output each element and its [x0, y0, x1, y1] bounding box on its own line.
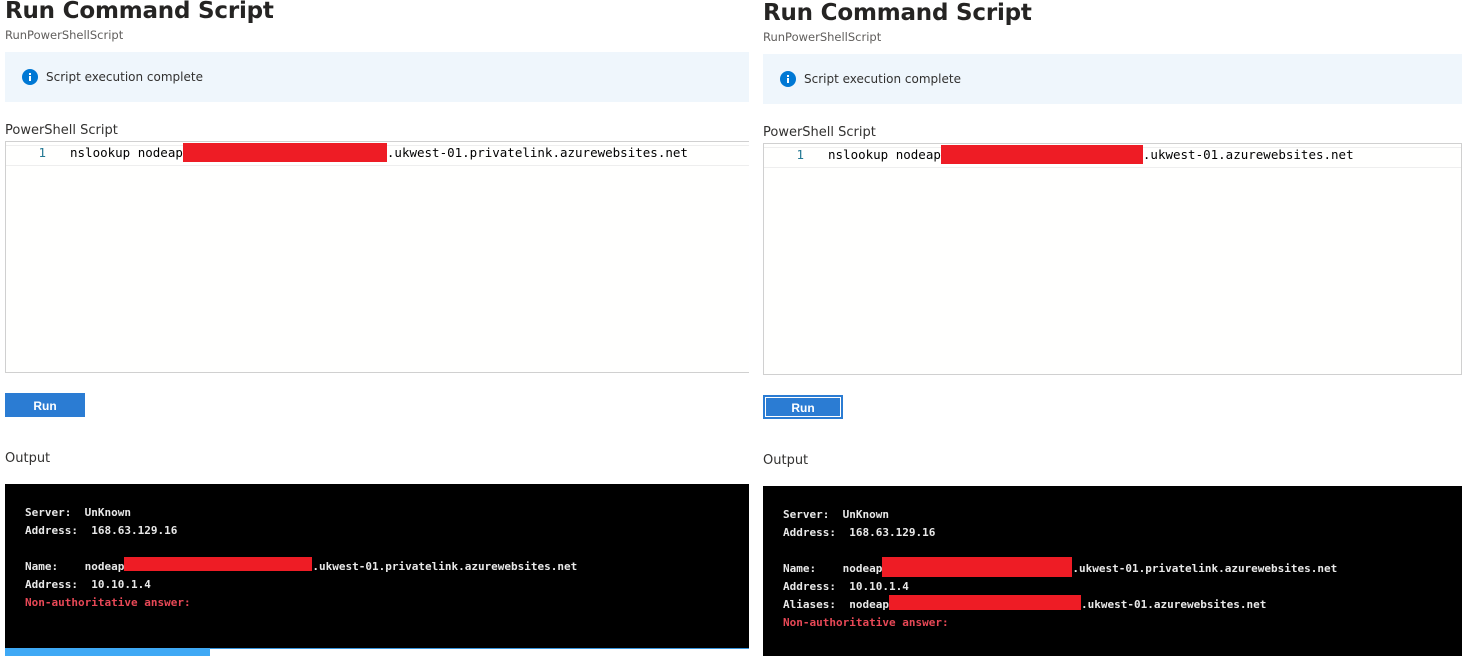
output-value: UnKnown — [842, 508, 889, 521]
script-code-line[interactable]: nslookup nodeap .ukwest-01.azurewebsites.… — [828, 145, 1354, 164]
run-command-panel-left: Run Command Script RunPowerShellScript S… — [5, 0, 749, 656]
output-label: Output — [763, 453, 809, 468]
output-console: Server: UnKnown Address: 168.63.129.16 N… — [763, 486, 1462, 656]
page-subtitle: RunPowerShellScript — [763, 30, 882, 44]
output-key: Address: — [25, 524, 78, 537]
output-key: Server: — [783, 508, 830, 521]
output-value: 168.63.129.16 — [91, 524, 178, 537]
script-label: PowerShell Script — [5, 123, 118, 138]
run-button[interactable]: Run — [763, 395, 843, 419]
output-label: Output — [5, 451, 51, 466]
output-key: Address: — [783, 580, 836, 593]
output-console: Server: UnKnown Address: 168.63.129.16 N… — [5, 484, 749, 648]
code-text-prefix: nslookup nodeap — [828, 147, 941, 162]
page-title: Run Command Script — [5, 0, 274, 24]
bottom-strip — [5, 648, 210, 656]
info-message-text: Script execution complete — [46, 70, 203, 84]
output-value: .ukwest-01.azurewebsites.net — [1080, 598, 1267, 611]
line-number: 1 — [796, 147, 804, 162]
output-value: nodeap — [842, 562, 883, 575]
script-code-line[interactable]: nslookup nodeap .ukwest-01.privatelink.az… — [70, 143, 688, 162]
redaction-block — [940, 145, 1143, 164]
script-label: PowerShell Script — [763, 125, 876, 140]
output-warning: Non-authoritative answer: — [783, 616, 949, 629]
code-text-suffix: .ukwest-01.privatelink.azurewebsites.net — [386, 145, 688, 160]
output-value: UnKnown — [84, 506, 131, 519]
line-number: 1 — [38, 145, 46, 160]
output-value: .ukwest-01.privatelink.azurewebsites.net — [312, 560, 578, 573]
run-button[interactable]: Run — [5, 393, 85, 417]
output-address-line: Address: 168.63.129.16 — [783, 526, 935, 539]
info-message-bar: Script execution complete — [5, 52, 749, 102]
script-editor[interactable]: 1 nslookup nodeap .ukwest-01.azurewebsite… — [763, 143, 1462, 375]
redaction-block — [882, 557, 1073, 577]
output-value: 10.10.1.4 — [91, 578, 151, 591]
page-subtitle: RunPowerShellScript — [5, 28, 124, 42]
info-icon — [780, 71, 796, 87]
run-command-panel-right: Run Command Script RunPowerShellScript S… — [763, 0, 1462, 656]
output-key: Server: — [25, 506, 72, 519]
output-value: 10.10.1.4 — [849, 580, 909, 593]
code-text-prefix: nslookup nodeap — [70, 145, 183, 160]
output-aliases-line: Aliases: nodeap .ukwest-01.azurewebsites.… — [783, 595, 1267, 611]
output-name-line: Name: nodeap .ukwest-01.privatelink.azure… — [25, 557, 578, 573]
output-key: Name: — [783, 562, 817, 575]
output-name-address-line: Address: 10.10.1.4 — [783, 580, 909, 593]
output-key: Address: — [25, 578, 78, 591]
output-warning: Non-authoritative answer: — [25, 596, 191, 609]
info-icon — [22, 69, 38, 85]
output-address-line: Address: 168.63.129.16 — [25, 524, 177, 537]
output-key: Address: — [783, 526, 836, 539]
output-value: .ukwest-01.privatelink.azurewebsites.net — [1072, 562, 1338, 575]
page-title: Run Command Script — [763, 0, 1032, 26]
output-value: 168.63.129.16 — [849, 526, 936, 539]
output-value: nodeap — [849, 598, 889, 611]
output-server-line: Server: UnKnown — [25, 506, 131, 519]
script-editor[interactable]: 1 nslookup nodeap .ukwest-01.privatelink.… — [5, 141, 749, 373]
output-name-line: Name: nodeap .ukwest-01.privatelink.azure… — [783, 557, 1338, 577]
code-text-suffix: .ukwest-01.azurewebsites.net — [1142, 147, 1354, 162]
output-key: Name: — [25, 560, 59, 573]
info-message-bar: Script execution complete — [763, 54, 1462, 104]
redaction-block — [888, 595, 1081, 610]
info-message-text: Script execution complete — [804, 72, 961, 86]
redaction-block — [182, 143, 387, 162]
output-name-address-line: Address: 10.10.1.4 — [25, 578, 151, 591]
redaction-block — [124, 557, 313, 571]
bottom-strip-border — [210, 648, 749, 656]
output-server-line: Server: UnKnown — [783, 508, 889, 521]
output-key: Aliases: — [783, 598, 836, 611]
output-value: nodeap — [84, 560, 125, 573]
